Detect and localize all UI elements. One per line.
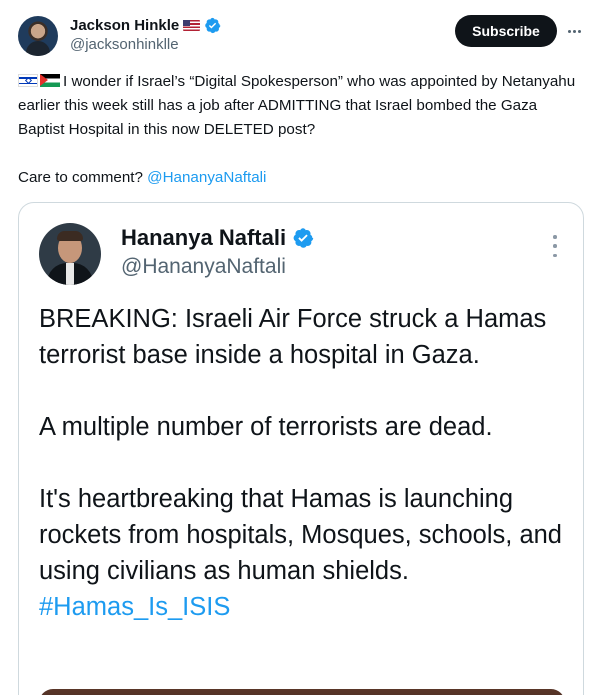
- author-avatar[interactable]: [18, 16, 58, 56]
- tweet-paragraph-1: I wonder if Israel’s “Digital Spokespers…: [18, 73, 576, 138]
- tweet-header: Jackson Hinkle @jacksonhinklle Subscribe: [0, 0, 589, 66]
- quoted-tweet-text: BREAKING: Israeli Air Force struck a Ham…: [39, 301, 571, 625]
- ellipsis-horizontal-icon[interactable]: [564, 22, 584, 40]
- verified-badge-icon[interactable]: [292, 227, 314, 249]
- quoted-author-handle[interactable]: @HananyaNaftali: [121, 255, 286, 279]
- quoted-paragraph-1: BREAKING: Israeli Air Force struck a Ham…: [39, 305, 547, 369]
- author-handle[interactable]: @jacksonhinklle: [70, 36, 179, 53]
- quoted-name-row: Hananya Naftali: [121, 225, 314, 251]
- quoted-author-avatar[interactable]: [39, 223, 101, 285]
- tweet-text: I wonder if Israel’s “Digital Spokespers…: [18, 70, 578, 190]
- flag-emojis: [18, 74, 60, 87]
- quoted-author-name[interactable]: Hananya Naftali: [121, 225, 286, 251]
- tweet-paragraph-2: Care to comment?: [18, 169, 148, 186]
- quoted-paragraph-2: A multiple number of terrorists are dead…: [39, 413, 493, 441]
- us-flag-icon: [183, 19, 201, 31]
- israel-flag-icon: [18, 74, 38, 87]
- subscribe-button[interactable]: Subscribe: [455, 15, 557, 47]
- hashtag-link[interactable]: #Hamas_Is_ISIS: [39, 593, 230, 621]
- verified-badge-icon[interactable]: [204, 17, 221, 34]
- author-name[interactable]: Jackson Hinkle: [70, 17, 179, 34]
- mention-link[interactable]: @HananyaNaftali: [147, 169, 266, 186]
- quoted-media-image[interactable]: [39, 689, 565, 695]
- quoted-tweet-card[interactable]: Hananya Naftali @HananyaNaftali BREAKING…: [18, 202, 584, 695]
- palestine-flag-icon: [40, 74, 60, 87]
- quoted-paragraph-3: It's heartbreaking that Hamas is launchi…: [39, 485, 562, 585]
- author-name-row: Jackson Hinkle: [70, 16, 221, 34]
- ellipsis-vertical-icon[interactable]: [552, 235, 558, 257]
